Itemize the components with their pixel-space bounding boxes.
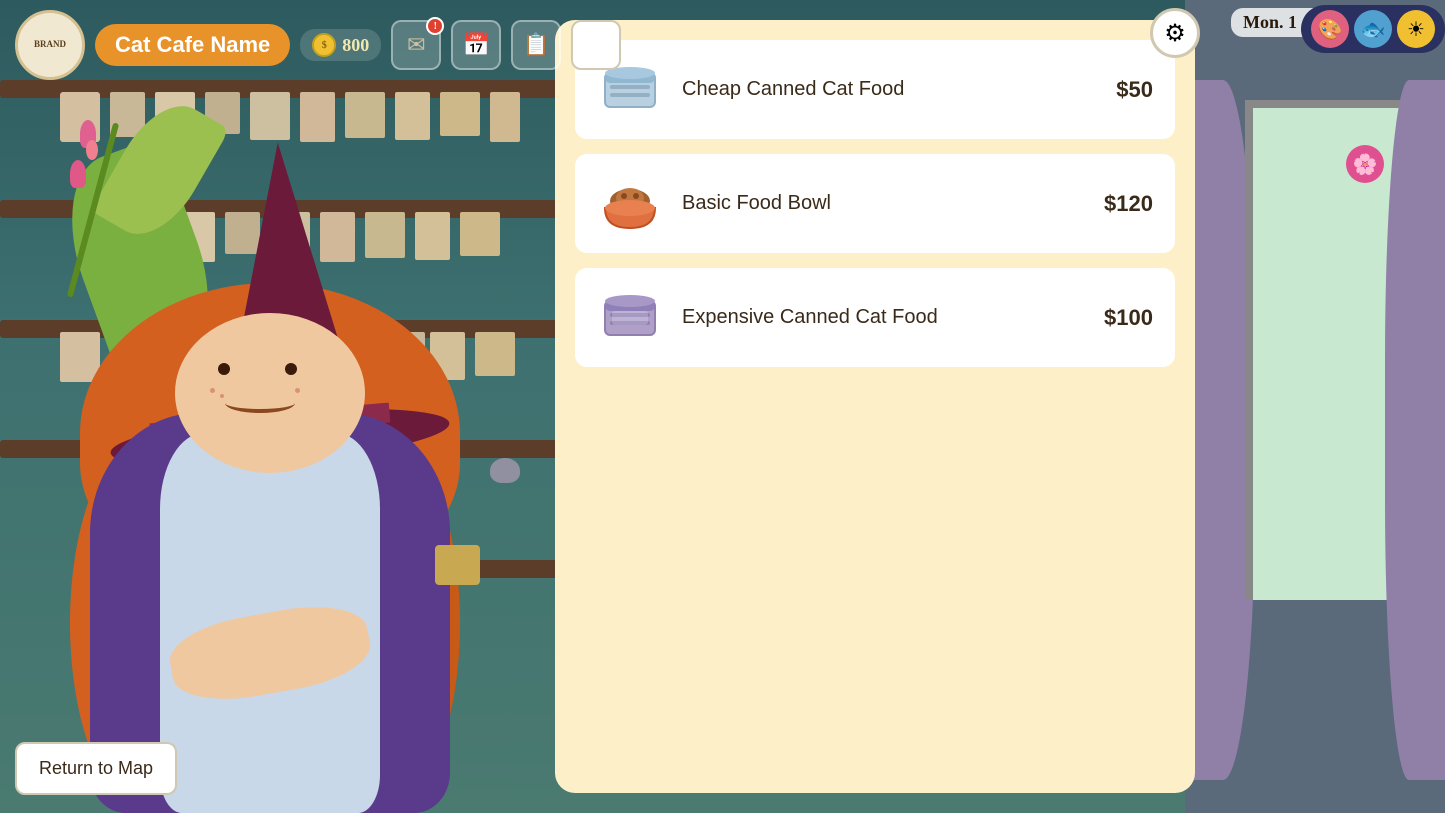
expensive-can-name: Expensive Canned Cat Food [682, 306, 1084, 329]
tasks-button[interactable]: 📋 [511, 20, 561, 70]
curtain-right [1385, 80, 1445, 780]
expensive-can-icon [597, 285, 662, 350]
weather-icons-panel: 🌸 🎨 🐟 ☀ [1301, 5, 1445, 53]
calendar-button[interactable]: 📅 [451, 20, 501, 70]
expensive-can-price: $100 [1104, 305, 1153, 331]
bowl-name: Basic Food Bowl [682, 192, 1084, 215]
coin-icon: $ [312, 33, 336, 57]
return-to-map-button[interactable]: Return to Map [15, 742, 177, 795]
shop-item-bowl[interactable]: Basic Food Bowl $120 [575, 154, 1175, 253]
palette-icon: 🎨 [1311, 10, 1349, 48]
mail-button[interactable]: ✉ ! [391, 20, 441, 70]
mouse-toy [490, 458, 520, 483]
box [435, 545, 480, 585]
bowl-price: $120 [1104, 191, 1153, 217]
top-bar: BRAND Cat Cafe Name $ 800 ✉ ! 📅 📋 [0, 0, 1445, 90]
money-display: $ 800 [300, 29, 381, 61]
shop-item-expensive-can[interactable]: Expensive Canned Cat Food $100 [575, 268, 1175, 367]
shop-panel: Cheap Canned Cat Food $50 Basic Food Bow… [555, 20, 1195, 793]
flower-icon: 🌸 [1346, 145, 1384, 183]
gear-icon: ⚙ [1164, 19, 1186, 48]
character-witch [50, 63, 480, 813]
mail-notification: ! [426, 17, 444, 35]
shelf-item [475, 332, 515, 376]
sun-icon: ☀ [1397, 10, 1435, 48]
cafe-name-badge: Cat Cafe Name [95, 24, 290, 66]
brand-logo: BRAND [15, 10, 85, 80]
settings-button[interactable]: ⚙ [1150, 8, 1200, 58]
shelf-item [490, 92, 520, 142]
fish-icon: 🐟 [1354, 10, 1392, 48]
food-bowl-icon [597, 171, 662, 236]
bowl-svg [600, 176, 660, 231]
extra-button[interactable] [571, 20, 621, 70]
expensive-can-svg [600, 293, 660, 343]
